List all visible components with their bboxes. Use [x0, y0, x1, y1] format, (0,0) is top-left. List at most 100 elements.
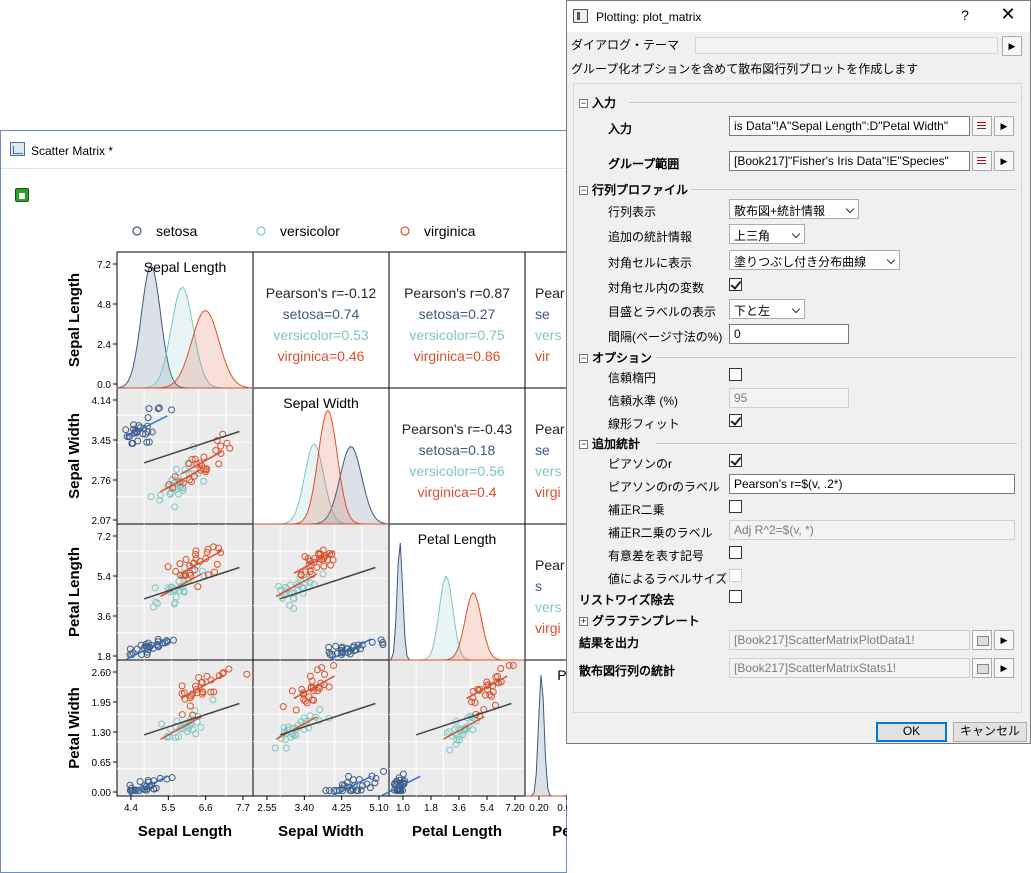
pearson-checkbox[interactable]	[729, 454, 742, 467]
y-tick-label: 7.2	[97, 532, 111, 543]
gap-field[interactable]: 0	[729, 324, 849, 344]
theme-select[interactable]	[695, 37, 998, 54]
matrix-cell	[524, 523, 567, 661]
value-size-checkbox[interactable]	[729, 569, 742, 582]
y-axis-label: Petal Width	[66, 687, 83, 769]
theme-menu-button[interactable]: ▶	[1002, 36, 1022, 56]
x-tick-label: 1.8	[424, 803, 438, 814]
y-tick-label: 4.8	[97, 300, 111, 311]
conf-ellipse-label: 信頼楕円	[608, 371, 657, 385]
corr-setosa: setosa=0.18	[419, 442, 496, 458]
section-input[interactable]: − 入力	[579, 94, 616, 111]
matrix-cell	[116, 523, 254, 661]
diag-select[interactable]: 塗りつぶし付き分布曲線	[729, 250, 900, 270]
listwise-checkbox[interactable]	[729, 590, 742, 603]
x-tick-label: 7.7	[236, 803, 250, 814]
divider	[656, 357, 1017, 358]
x-tick-label: 3.6	[452, 803, 466, 814]
settings-panel: − 入力 入力 is Data"!A"Sepal Length":D"Petal …	[573, 83, 1022, 713]
y-tick-label: 2.60	[92, 668, 112, 679]
pearson-label-label: ピアソンのrのラベル	[608, 480, 720, 494]
dialog-titlebar[interactable]: Plotting: plot_matrix ? ✕	[567, 1, 1030, 32]
corr-setosa: setosa=0.27	[419, 306, 496, 322]
y-tick-label: 5.4	[97, 572, 111, 583]
collapse-icon: −	[579, 185, 588, 195]
group-range-field[interactable]: [Book217]"Fisher's Iris Data"!E"Species"	[729, 151, 970, 171]
y-axis-label: Sepal Length	[66, 273, 83, 367]
diag-var-label: 対角セル内の変数	[608, 281, 705, 295]
close-button[interactable]: ✕	[997, 4, 1019, 25]
sheet-icon[interactable]	[972, 658, 992, 678]
range-select-icon[interactable]	[972, 151, 992, 171]
corr-virginica: virginica=0.4	[418, 484, 497, 500]
y-tick-label: 2.4	[97, 340, 111, 351]
x-tick-label: 1.0	[396, 803, 410, 814]
section-graph-template[interactable]: + グラフテンプレート	[579, 612, 700, 629]
matrix-cell	[388, 659, 526, 797]
stats-field[interactable]: [Book217]ScatterMatrixStats1!	[729, 658, 970, 678]
window-titlebar[interactable]: Scatter Matrix *	[1, 131, 566, 169]
x-tick-label: 0.65	[557, 803, 567, 814]
y-axis-label: Sepal Width	[66, 413, 83, 499]
collapse-icon: −	[579, 353, 588, 363]
adj-r2-checkbox[interactable]	[729, 500, 742, 513]
ok-button[interactable]: OK	[876, 722, 947, 742]
dialog-icon	[573, 9, 588, 23]
cancel-button[interactable]: キャンセル	[953, 722, 1027, 742]
output-label: 結果を出力	[579, 636, 640, 650]
pearson-r: Pearson's r=0.87	[404, 285, 510, 301]
output-menu-button[interactable]: ▶	[994, 630, 1014, 650]
tick-select[interactable]: 下と左	[729, 299, 805, 319]
matrix-display-select[interactable]: 散布図+統計情報	[729, 199, 859, 219]
group-label: グループ範囲	[608, 157, 680, 171]
legend-label: versicolor	[280, 223, 340, 239]
section-row-profile[interactable]: − 行列プロファイル	[579, 181, 688, 198]
diag-var-checkbox[interactable]	[729, 278, 742, 291]
stats-menu-button[interactable]: ▶	[994, 658, 1014, 678]
group-menu-button[interactable]: ▶	[994, 151, 1014, 171]
pearson-r: Pear	[535, 421, 565, 437]
input-menu-button[interactable]: ▶	[994, 116, 1014, 136]
output-field[interactable]: [Book217]ScatterMatrixPlotData1!	[729, 630, 970, 650]
corr-setosa: s	[535, 578, 542, 594]
corr-virginica: virgi	[535, 620, 561, 636]
signif-label: 有意差を表す記号	[608, 549, 705, 563]
corr-versicolor: versicolor=0.56	[409, 463, 505, 479]
scatter-matrix-window: Scatter Matrix * setosa versicolor virgini…	[0, 130, 567, 873]
conf-level-field[interactable]: 95	[729, 388, 849, 408]
extra-stats-select[interactable]: 上三角	[729, 224, 805, 244]
expand-icon: +	[579, 616, 588, 626]
adj-r2-label-field[interactable]: Adj R^2=$(v, *)	[729, 520, 1015, 540]
help-button[interactable]: ?	[955, 7, 975, 23]
x-axis-label: Sepal Width	[278, 823, 364, 840]
chevron-down-icon	[791, 304, 801, 314]
scatter-matrix-chart: setosa versicolor virginica Sepal Length Sep…	[66, 223, 567, 840]
x-axis-label: Petal Length	[412, 823, 502, 840]
y-tick-label: 3.6	[97, 612, 111, 623]
linear-fit-checkbox[interactable]	[729, 414, 742, 427]
value-size-label: 値によるラベルサイズ	[608, 572, 728, 586]
y-tick-label: 1.8	[97, 652, 111, 663]
linear-fit-label: 線形フィット	[608, 417, 680, 431]
corr-virginica: virgi	[535, 484, 561, 500]
section-extra-stats[interactable]: − 追加統計	[579, 435, 640, 452]
conf-ellipse-checkbox[interactable]	[729, 368, 742, 381]
x-tick-label: 7.20	[505, 803, 525, 814]
pearson-label-field[interactable]: Pearson's r=$(v, .2*)	[729, 474, 1015, 494]
y-tick-label: 4.14	[92, 396, 112, 407]
x-tick-label: 5.5	[161, 803, 175, 814]
range-select-icon[interactable]	[972, 116, 992, 136]
sheet-icon[interactable]	[972, 630, 992, 650]
y-tick-label: 3.45	[92, 436, 112, 447]
x-tick-label: 2.55	[257, 803, 277, 814]
signif-checkbox[interactable]	[729, 546, 742, 559]
chevron-down-icon	[886, 255, 896, 265]
divider	[656, 443, 1017, 444]
section-options[interactable]: − オプション	[579, 349, 652, 366]
input-range-field[interactable]: is Data"!A"Sepal Length":D"Petal Width"	[729, 116, 970, 136]
legend-label: virginica	[424, 223, 476, 239]
divider	[629, 102, 1017, 103]
x-axis-label: Petal Width	[552, 823, 567, 840]
diagonal-title: Sepal Width	[283, 395, 358, 411]
legend-marker	[132, 226, 142, 236]
